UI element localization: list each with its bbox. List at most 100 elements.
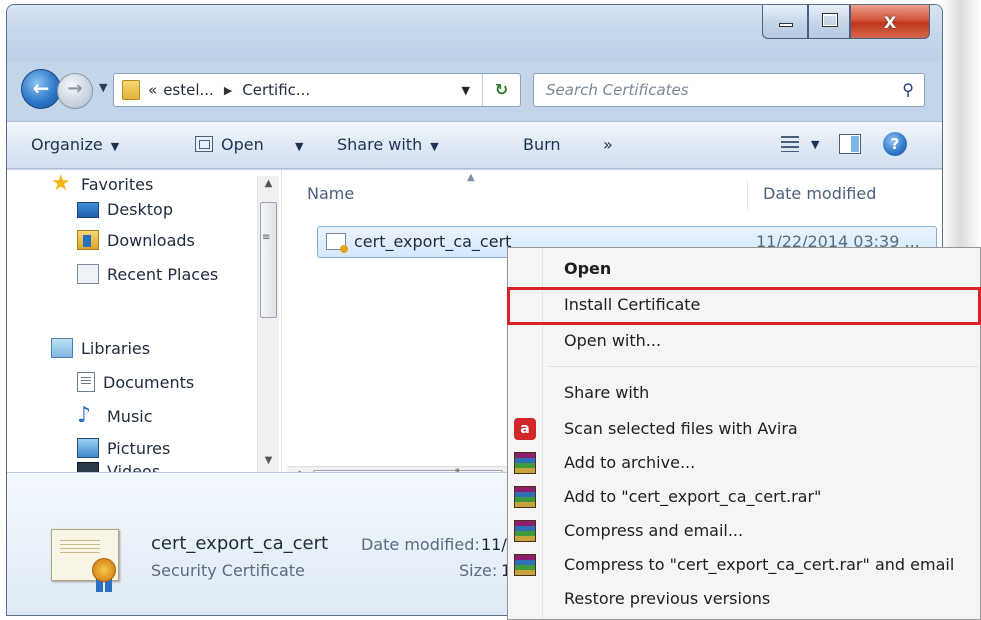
menu-item-label: Restore previous versions bbox=[564, 589, 771, 608]
sidebar-item-libraries[interactable]: Libraries bbox=[51, 338, 150, 358]
sidebar-item-documents[interactable]: Documents bbox=[77, 372, 194, 392]
desktop-icon bbox=[77, 201, 99, 218]
organize-label: Organize bbox=[31, 135, 103, 154]
breadcrumb-separator-icon[interactable]: ▶ bbox=[224, 84, 232, 97]
breadcrumb-segment-certificates[interactable]: Certific... bbox=[242, 81, 310, 99]
certificate-thumbnail-icon bbox=[51, 529, 119, 592]
chevron-down-icon: ▼ bbox=[295, 140, 304, 153]
breadcrumb-segment-estel[interactable]: estel... bbox=[163, 81, 214, 99]
sidebar-item-label: Favorites bbox=[81, 174, 154, 194]
close-button[interactable]: X bbox=[850, 5, 930, 39]
menu-item-compress-and-email[interactable]: Compress and email... bbox=[508, 514, 980, 548]
details-date-modified-value: 11/ bbox=[481, 535, 507, 554]
menu-item-add-to-rar[interactable]: Add to "cert_export_ca_cert.rar" bbox=[508, 480, 980, 514]
sidebar-item-music[interactable]: ♪ Music bbox=[77, 403, 153, 428]
sidebar-item-desktop[interactable]: Desktop bbox=[77, 200, 173, 219]
minimize-button[interactable] bbox=[762, 5, 808, 39]
sidebar-item-pictures[interactable]: Pictures bbox=[77, 438, 170, 458]
menu-item-label: Add to "cert_export_ca_cert.rar" bbox=[564, 487, 822, 506]
address-overflow-chevron[interactable]: « bbox=[148, 81, 157, 99]
menu-item-open[interactable]: Open bbox=[508, 252, 980, 286]
documents-icon bbox=[77, 372, 95, 392]
details-file-type: Security Certificate bbox=[151, 561, 305, 580]
sidebar-item-downloads[interactable]: Downloads bbox=[77, 230, 195, 250]
scrollbar-grip-icon: ≡ bbox=[262, 232, 271, 243]
pictures-icon bbox=[77, 438, 99, 458]
title-bar[interactable]: X bbox=[7, 5, 942, 61]
search-input[interactable] bbox=[544, 80, 874, 100]
search-box[interactable]: ⚲ bbox=[533, 73, 925, 107]
share-with-label: Share with bbox=[337, 135, 423, 154]
maximize-button[interactable] bbox=[808, 5, 850, 39]
back-arrow-icon: ← bbox=[32, 76, 50, 100]
address-bar[interactable]: « estel... ▶ Certific... ▼ ↻ bbox=[113, 73, 521, 107]
file-name: cert_export_ca_cert bbox=[354, 232, 512, 251]
recent-places-icon bbox=[77, 264, 99, 284]
forward-arrow-icon: → bbox=[67, 78, 83, 99]
search-icon[interactable]: ⚲ bbox=[902, 80, 914, 99]
menu-item-label: Compress and email... bbox=[564, 521, 744, 540]
scrollbar-thumb[interactable] bbox=[260, 202, 277, 318]
share-with-button[interactable]: Share with ▼ bbox=[337, 135, 439, 154]
sidebar-item-label: Libraries bbox=[81, 338, 151, 358]
minimize-icon bbox=[779, 23, 793, 27]
sidebar-item-label: Music bbox=[107, 406, 153, 426]
column-divider[interactable] bbox=[747, 180, 748, 210]
scroll-down-icon[interactable]: ▼ bbox=[258, 455, 279, 466]
change-view-icon[interactable] bbox=[781, 136, 799, 152]
refresh-icon[interactable]: ↻ bbox=[482, 74, 520, 106]
sidebar-item-favorites[interactable]: ★ Favorites bbox=[51, 171, 154, 196]
column-header-date-modified[interactable]: Date modified bbox=[763, 184, 876, 203]
menu-item-share-with[interactable]: Share with bbox=[508, 376, 980, 410]
menu-item-compress-to-rar-and-email[interactable]: Compress to "cert_export_ca_cert.rar" an… bbox=[508, 548, 980, 582]
sidebar-item-label: Recent Places bbox=[107, 264, 219, 284]
winrar-icon bbox=[514, 520, 536, 542]
open-icon bbox=[195, 136, 213, 152]
sort-ascending-icon: ▲ bbox=[467, 172, 475, 183]
menu-item-label: Add to archive... bbox=[564, 453, 696, 472]
menu-item-restore-previous-versions[interactable]: Restore previous versions bbox=[508, 582, 980, 616]
avira-icon: a bbox=[514, 418, 536, 440]
organize-button[interactable]: Organize ▼ bbox=[31, 135, 119, 154]
view-options-dropdown-icon[interactable]: ▼ bbox=[811, 138, 819, 151]
menu-item-add-to-archive[interactable]: Add to archive... bbox=[508, 446, 980, 480]
back-button[interactable]: ← bbox=[21, 69, 61, 109]
column-header-name[interactable]: Name bbox=[307, 184, 354, 203]
scroll-up-icon[interactable]: ▲ bbox=[258, 178, 279, 189]
more-commands-button[interactable]: » bbox=[603, 135, 613, 154]
maximize-icon bbox=[822, 13, 838, 27]
details-date-modified-label: Date modified: bbox=[361, 535, 480, 554]
folder-icon bbox=[122, 80, 140, 100]
winrar-icon bbox=[514, 452, 536, 474]
menu-separator bbox=[548, 366, 978, 367]
menu-item-scan-avira[interactable]: a Scan selected files with Avira bbox=[508, 412, 980, 446]
forward-button[interactable]: → bbox=[57, 73, 93, 109]
downloads-icon bbox=[77, 230, 99, 250]
menu-item-label: Open bbox=[564, 259, 612, 278]
navigation-pane-scrollbar[interactable]: ▲ ≡ ▼ bbox=[257, 176, 279, 476]
menu-item-label: Share with bbox=[564, 383, 650, 402]
winrar-icon bbox=[514, 554, 536, 576]
open-dropdown-button[interactable]: ▼ bbox=[287, 135, 303, 154]
help-icon[interactable]: ? bbox=[883, 132, 907, 156]
chevron-down-icon: ▼ bbox=[430, 140, 439, 153]
menu-item-open-with[interactable]: Open with... bbox=[508, 324, 980, 358]
burn-button[interactable]: Burn bbox=[523, 135, 561, 154]
command-bar: Organize ▼ Open ▼ Share with ▼ Burn » ▼ ? bbox=[7, 121, 942, 169]
music-icon: ♪ bbox=[77, 403, 92, 428]
preview-pane-icon[interactable] bbox=[839, 134, 861, 154]
address-dropdown-icon[interactable]: ▼ bbox=[462, 84, 470, 97]
details-file-name: cert_export_ca_cert bbox=[151, 533, 329, 554]
chevron-down-icon: ▼ bbox=[110, 140, 120, 153]
sidebar-item-label: Downloads bbox=[107, 230, 195, 250]
open-button[interactable]: Open bbox=[195, 135, 264, 154]
sidebar-item-recent-places[interactable]: Recent Places bbox=[77, 264, 218, 284]
certificate-file-icon bbox=[326, 233, 348, 253]
libraries-icon bbox=[51, 338, 73, 358]
star-icon: ★ bbox=[51, 171, 71, 196]
menu-item-label: Scan selected files with Avira bbox=[564, 419, 798, 438]
sidebar-item-label: Desktop bbox=[107, 200, 173, 219]
winrar-icon bbox=[514, 486, 536, 508]
recent-pages-dropdown[interactable]: ▼ bbox=[99, 81, 107, 94]
install-certificate-highlight bbox=[507, 287, 981, 325]
